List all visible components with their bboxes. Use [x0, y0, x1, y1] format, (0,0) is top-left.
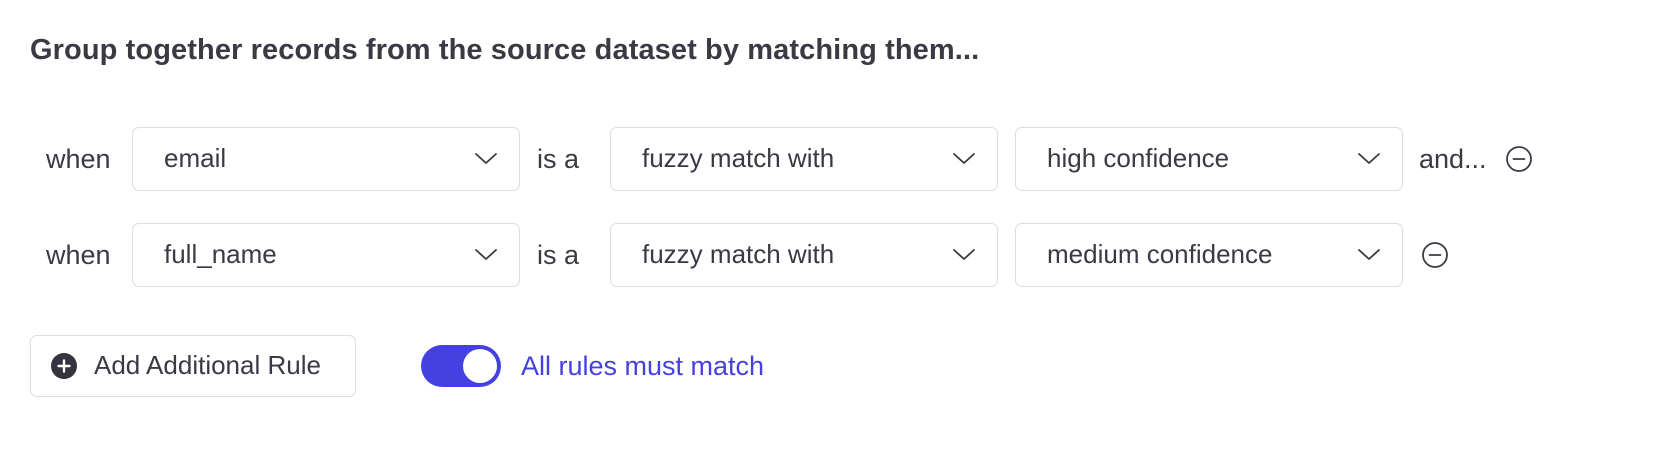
field-select-value: email: [164, 143, 227, 173]
match-type-select[interactable]: fuzzy match with: [610, 223, 998, 287]
all-rules-toggle[interactable]: [421, 345, 501, 387]
rule-row: when full_name is a fuzzy match with med…: [0, 223, 1656, 287]
rule-row: when email is a fuzzy match with high co…: [0, 127, 1656, 191]
match-type-select-value: fuzzy match with: [642, 239, 835, 269]
chevron-down-icon: [953, 153, 975, 164]
chevron-down-icon: [475, 249, 497, 260]
confidence-select[interactable]: medium confidence: [1015, 223, 1403, 287]
page-heading: Group together records from the source d…: [30, 34, 980, 66]
when-label: when: [46, 144, 111, 174]
remove-rule-icon[interactable]: [1505, 145, 1533, 173]
confidence-select[interactable]: high confidence: [1015, 127, 1403, 191]
chevron-down-icon: [475, 153, 497, 164]
chevron-down-icon: [953, 249, 975, 260]
chevron-down-icon: [1358, 249, 1380, 260]
add-rule-label: Add Additional Rule: [94, 350, 321, 380]
confidence-select-value: high confidence: [1047, 143, 1230, 173]
confidence-select-value: medium confidence: [1047, 239, 1273, 269]
and-label: and...: [1419, 144, 1487, 174]
when-label: when: [46, 240, 111, 270]
chevron-down-icon: [1358, 153, 1380, 164]
remove-rule-icon[interactable]: [1421, 241, 1449, 269]
connector-label: is a: [537, 240, 580, 270]
match-type-select[interactable]: fuzzy match with: [610, 127, 998, 191]
plus-circle-icon: [51, 353, 77, 379]
add-rule-button[interactable]: Add Additional Rule: [30, 335, 356, 397]
match-type-select-value: fuzzy match with: [642, 143, 835, 173]
field-select-value: full_name: [164, 239, 277, 269]
toggle-knob: [463, 349, 497, 383]
field-select[interactable]: full_name: [132, 223, 520, 287]
field-select[interactable]: email: [132, 127, 520, 191]
connector-label: is a: [537, 144, 580, 174]
all-rules-toggle-label[interactable]: All rules must match: [521, 345, 764, 387]
